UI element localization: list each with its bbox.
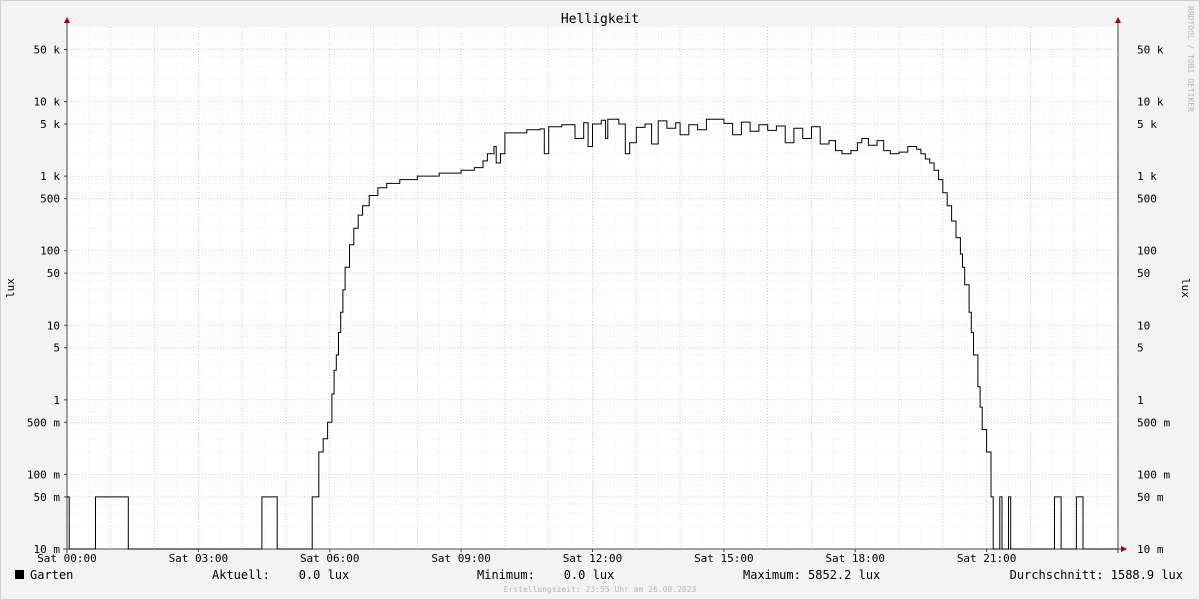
legend-series-name: Garten <box>30 568 73 582</box>
y-tick-label-right: 50 k <box>1137 43 1164 56</box>
y-tick-label-right: 1 <box>1137 394 1144 407</box>
y-tick-label-left: 10 k <box>34 96 61 109</box>
y-tick-label-left: 5 <box>53 342 60 355</box>
y-tick-label-left: 10 <box>47 319 60 332</box>
y-tick-label-right: 50 <box>1137 267 1150 280</box>
y-tick-label-left: 1 <box>53 394 60 407</box>
x-tick-label: Sat 18:00 <box>825 552 885 565</box>
y-tick-label-right: 500 m <box>1137 416 1170 429</box>
x-tick-label: Sat 12:00 <box>563 552 623 565</box>
y-tick-label-right: 1 k <box>1137 170 1157 183</box>
y-tick-label-right: 5 k <box>1137 118 1157 131</box>
y-tick-label-left: 500 m <box>27 416 60 429</box>
y-axis-label-right: lux <box>1179 278 1192 298</box>
x-tick-label: Sat 21:00 <box>957 552 1017 565</box>
x-tick-label: Sat 15:00 <box>694 552 754 565</box>
grid <box>66 27 1119 550</box>
watermark: RRDTOOL / TOBI OETIKER <box>1186 6 1195 112</box>
y-tick-label-right: 10 m <box>1137 543 1164 556</box>
x-tick-label: Sat 03:00 <box>169 552 229 565</box>
y-tick-label-right: 100 m <box>1137 468 1170 481</box>
y-axis-arrow-left <box>64 17 70 23</box>
legend-swatch <box>15 570 24 579</box>
y-tick-label-right: 5 <box>1137 342 1144 355</box>
y-tick-label-right: 100 <box>1137 245 1157 258</box>
y-tick-label-left: 50 <box>47 267 60 280</box>
chart-title: Helligkeit <box>561 12 639 27</box>
y-tick-label-left: 100 m <box>27 468 60 481</box>
y-tick-label-left: 5 k <box>40 118 60 131</box>
x-tick-label: Sat 09:00 <box>431 552 491 565</box>
y-tick-label-right: 500 <box>1137 193 1157 206</box>
y-tick-label-left: 50 k <box>34 43 61 56</box>
y-axis-arrow-right <box>1115 17 1121 23</box>
y-tick-label-left: 100 <box>40 245 60 258</box>
y-tick-label-left: 50 m <box>34 491 61 504</box>
footer-timestamp: Erstellungszeit: 23:55 Uhr am 26.08.2023 <box>504 585 697 594</box>
legend-durchschnitt: Durchschnitt: 1588.9 lux <box>1010 568 1183 582</box>
x-tick-label: Sat 06:00 <box>300 552 360 565</box>
legend-maximum: Maximum: 5852.2 lux <box>743 568 880 582</box>
y-tick-label-right: 10 <box>1137 319 1150 332</box>
legend-minimum: Minimum: 0.0 lux <box>477 568 614 582</box>
y-tick-label-right: 10 k <box>1137 96 1164 109</box>
y-tick-label-right: 50 m <box>1137 491 1164 504</box>
y-axis-label-left: lux <box>4 278 17 298</box>
chart-svg: 10 m 10 m50 m 50 m100 m 100 m500 m 500 m1 15 5… <box>4 6 1195 594</box>
x-axis-arrow <box>1121 546 1127 552</box>
x-tick-label: Sat 00:00 <box>37 552 97 565</box>
chart-page: 10 m 10 m 50 m 50 m 100 m 100 m 500 m 500 m1155… <box>0 0 1200 600</box>
legend-aktuell: Aktuell: 0.0 lux <box>212 568 349 582</box>
y-tick-label-left: 500 <box>40 193 60 206</box>
y-tick-label-left: 1 k <box>40 170 60 183</box>
